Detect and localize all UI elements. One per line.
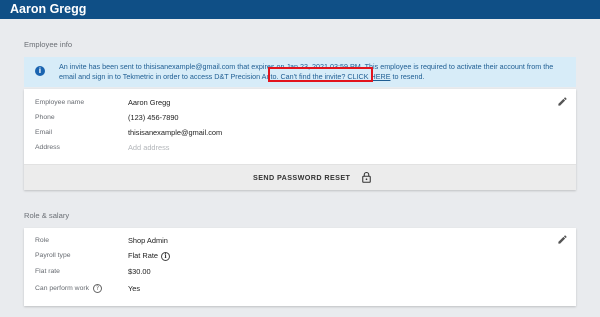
invite-text-end: to resend. xyxy=(390,72,425,81)
address-placeholder[interactable]: Add address xyxy=(128,142,170,154)
employee-name-value: Aaron Gregg xyxy=(128,98,171,107)
field-label: Phone xyxy=(35,114,55,121)
flat-rate-value: $30.00 xyxy=(128,267,151,276)
field-label: Role xyxy=(35,237,49,244)
highlight-annotation xyxy=(268,67,373,82)
info-circle-icon[interactable]: i xyxy=(161,251,170,261)
field-label-wrap: Can perform work? xyxy=(35,283,125,295)
can-perform-work-value: Yes xyxy=(128,284,141,293)
field-label: Address xyxy=(35,144,60,151)
field-label: Payroll type xyxy=(35,252,71,259)
reset-button-label: SEND PASSWORD RESET xyxy=(253,173,351,182)
field-label: Employee name xyxy=(35,99,85,106)
question-circle-icon[interactable]: ? xyxy=(93,283,103,293)
send-password-reset-button[interactable]: SEND PASSWORD RESET xyxy=(24,164,576,190)
page-title: Aaron Gregg xyxy=(10,2,87,16)
employee-info-section-label: Employee info xyxy=(24,40,73,49)
field-label: Email xyxy=(35,129,52,136)
role-value: Shop Admin xyxy=(128,236,168,245)
phone-value: (123) 456-7890 xyxy=(128,113,179,122)
field-label: Flat rate xyxy=(35,268,60,275)
pencil-icon[interactable] xyxy=(557,96,568,107)
header-bar: Aaron Gregg xyxy=(0,0,600,19)
email-value: thisisanexample@gmail.com xyxy=(128,128,223,137)
role-salary-card: Role Shop Admin Payroll type Flat Rate i … xyxy=(24,228,576,306)
info-circle-icon: i xyxy=(35,66,45,76)
employee-info-card: Employee name Aaron Gregg Phone (123) 45… xyxy=(24,89,576,190)
payroll-type-value-wrap: Flat Rate i xyxy=(128,250,170,262)
role-salary-section-label: Role & salary xyxy=(24,211,70,220)
field-label: Can perform work xyxy=(35,285,90,292)
lock-icon xyxy=(362,171,371,183)
pencil-icon[interactable] xyxy=(557,234,568,245)
payroll-type-value: Flat Rate xyxy=(128,251,158,260)
